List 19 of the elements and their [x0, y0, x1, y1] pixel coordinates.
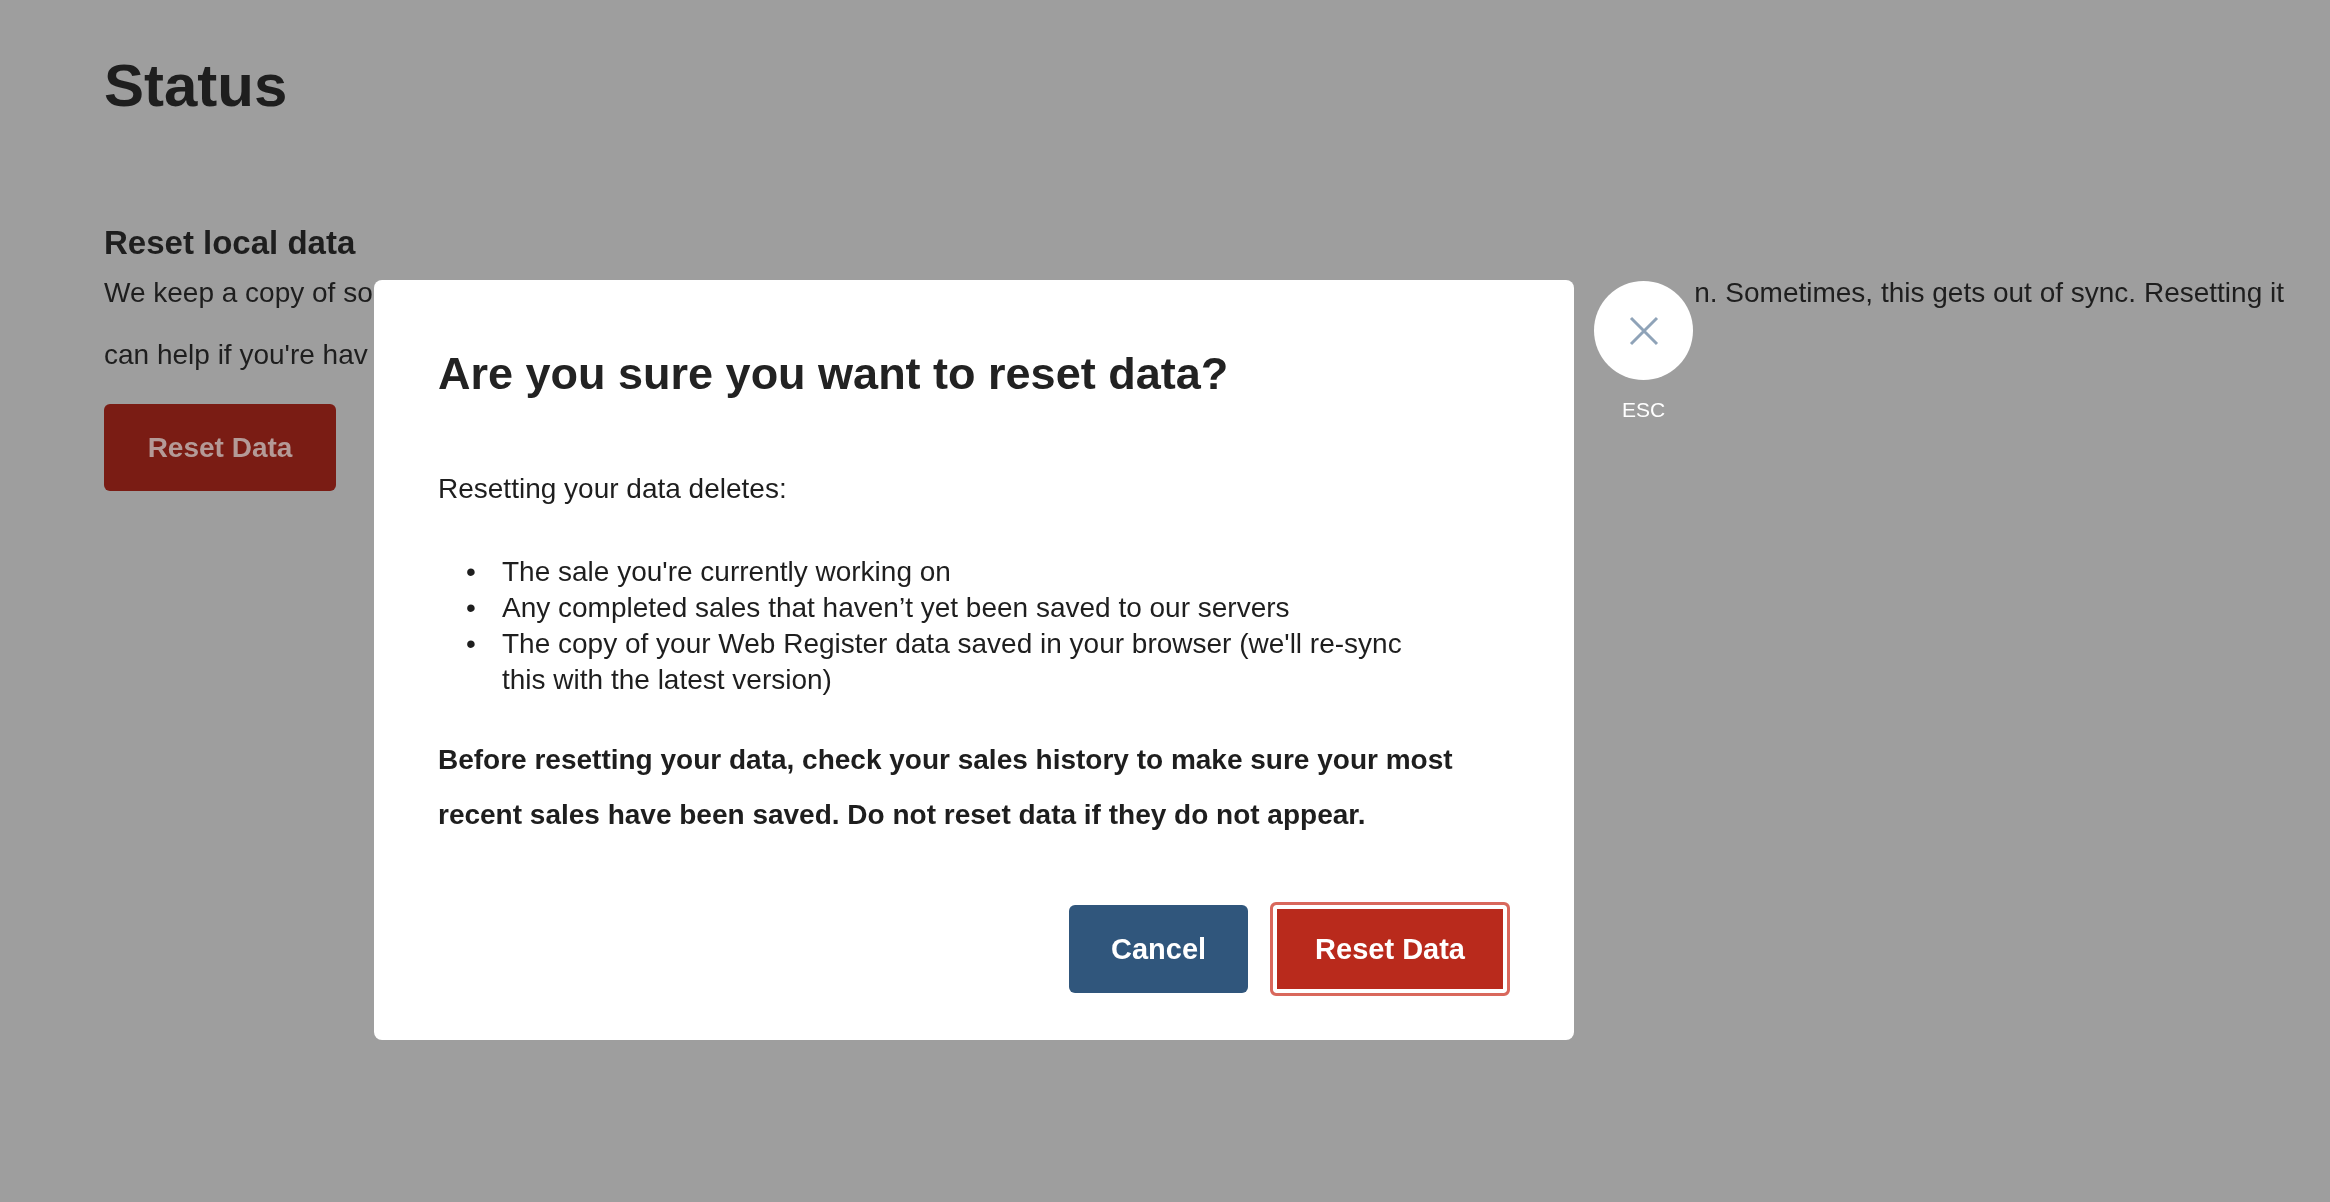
page-title: Status — [104, 51, 288, 121]
reset-data-button[interactable]: Reset Data — [104, 404, 336, 491]
description-text: can help if you're hav — [104, 338, 368, 372]
list-item: Any completed sales that haven’t yet been saved to our servers — [502, 591, 1291, 625]
confirm-button[interactable]: Reset Data — [1270, 902, 1510, 996]
warning-text: Before resetting your data, check your sales history to make sure your most recent sales have been saved. Do not reset data if they do not appear. — [438, 743, 1454, 832]
bullet: • — [466, 555, 477, 589]
list-item: The copy of your Web Register data saved in your browser (we'll re-sync this with the latest version) — [502, 627, 1403, 697]
cancel-button[interactable]: Cancel — [1069, 905, 1249, 993]
bullet: • — [466, 591, 477, 625]
esc-hint: ESC — [1621, 398, 1666, 422]
dialog-title: Are you sure you want to reset data? — [438, 347, 1229, 401]
dialog-intro: Resetting your data deletes: — [438, 472, 787, 506]
description-text: n. Sometimes, this gets out of sync. Resetting it — [1694, 276, 2284, 310]
close-icon — [1628, 315, 1659, 346]
section-heading: Reset local data — [104, 223, 356, 263]
description-text: We keep a copy of so — [104, 276, 373, 310]
bullet: • — [466, 627, 477, 661]
list-item: The sale you're currently working on — [502, 555, 952, 589]
